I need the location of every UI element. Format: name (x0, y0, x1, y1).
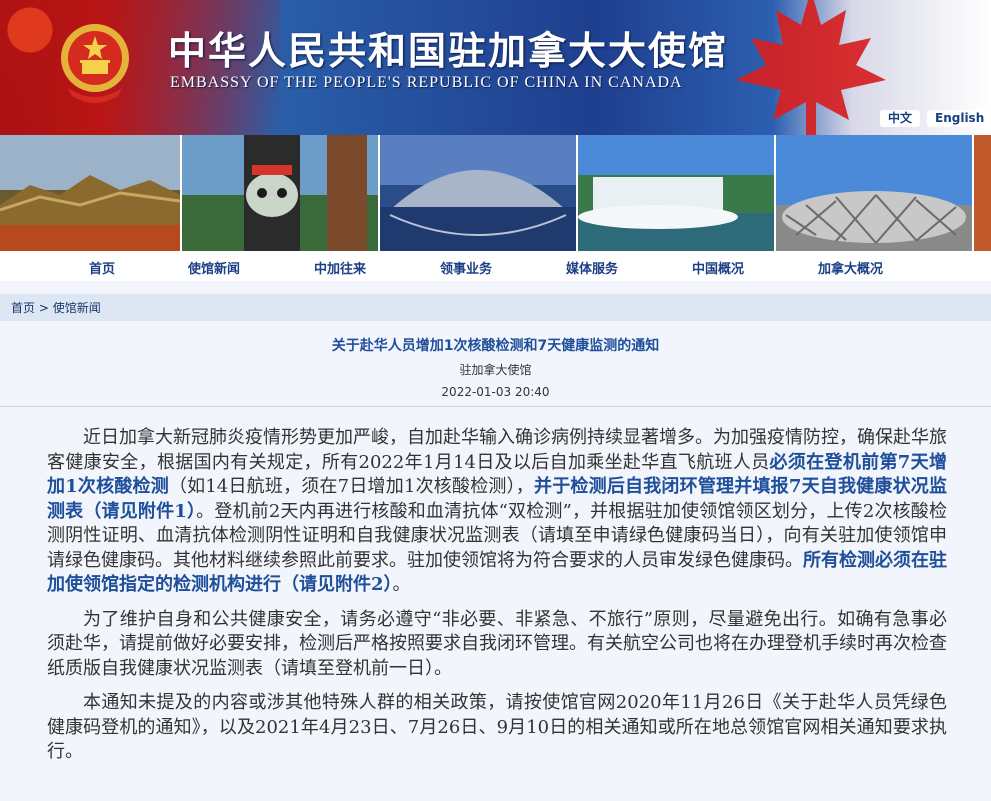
breadcrumb-separator: > (38, 301, 49, 315)
site-title: 中华人民共和国驻加拿大大使馆 (168, 28, 729, 73)
photo-niagara-falls (578, 135, 774, 251)
maple-leaf-icon (736, 0, 886, 135)
nav-item-home[interactable]: 首页 (89, 258, 115, 277)
article-date: 2022-01-03 20:40 (441, 385, 550, 399)
paragraph-2: 为了维护自身和公共健康安全，请务必遵守“非必要、非紧急、不旅行”原则，尽量避免出… (47, 608, 947, 679)
article-source: 驻加拿大使馆 (459, 363, 532, 377)
photo-totem (182, 135, 378, 251)
article-body: 近日加拿大新冠肺炎疫情形势更加严峻，自加赴华输入确诊病例持续显著增多。为加强疫情… (47, 426, 947, 775)
nav-item-embassy-news[interactable]: 使馆新闻 (188, 258, 240, 277)
national-emblem-icon (61, 24, 129, 103)
paragraph-3: 本通知未提及的内容或涉其他特殊人群的相关政策，请按使馆官网2020年11月26日… (47, 692, 947, 762)
site-subtitle: EMBASSY OF THE PEOPLE'S REPUBLIC OF CHIN… (170, 74, 683, 91)
site-header: 中华人民共和国驻加拿大大使馆 EMBASSY OF THE PEOPLE'S R… (0, 0, 991, 135)
lang-en-button[interactable]: English (927, 110, 991, 127)
article: 关于赴华人员增加1次核酸检测和7天健康监测的通知 驻加拿大使馆 2022-01-… (0, 321, 991, 801)
p1-text-g: 。 (392, 574, 411, 595)
photo-strip (0, 135, 991, 253)
photo-birds-nest (776, 135, 972, 251)
p1-text-c: （如14日航班，须在7日增加1次核酸检测）， (168, 476, 535, 497)
divider (0, 406, 991, 407)
article-title: 关于赴华人员增加1次核酸检测和7天健康监测的通知 (331, 338, 660, 354)
main-nav: 首页 使馆新闻 中加往来 领事业务 媒体服务 中国概况 加拿大概况 (0, 253, 991, 281)
breadcrumb: 首页 > 使馆新闻 (11, 299, 101, 316)
photo-great-wall (0, 135, 180, 251)
nav-item-media[interactable]: 媒体服务 (566, 258, 618, 277)
breadcrumb-bar: 首页 > 使馆新闻 (0, 294, 991, 321)
breadcrumb-current[interactable]: 使馆新闻 (53, 301, 101, 315)
nav-item-china-overview[interactable]: 中国概况 (692, 258, 744, 277)
photo-opera-house (380, 135, 576, 251)
nav-item-canada-overview[interactable]: 加拿大概况 (818, 258, 883, 277)
page: 中华人民共和国驻加拿大大使馆 EMBASSY OF THE PEOPLE'S R… (0, 0, 991, 801)
photo-extra (974, 135, 991, 251)
lang-zh-button[interactable]: 中文 (880, 110, 921, 127)
breadcrumb-home[interactable]: 首页 (11, 301, 35, 315)
paragraph-1: 近日加拿大新冠肺炎疫情形势更加严峻，自加赴华输入确诊病例持续显著增多。为加强疫情… (47, 426, 947, 598)
nav-item-china-canada[interactable]: 中加往来 (314, 258, 366, 277)
nav-item-consular[interactable]: 领事业务 (440, 258, 492, 277)
